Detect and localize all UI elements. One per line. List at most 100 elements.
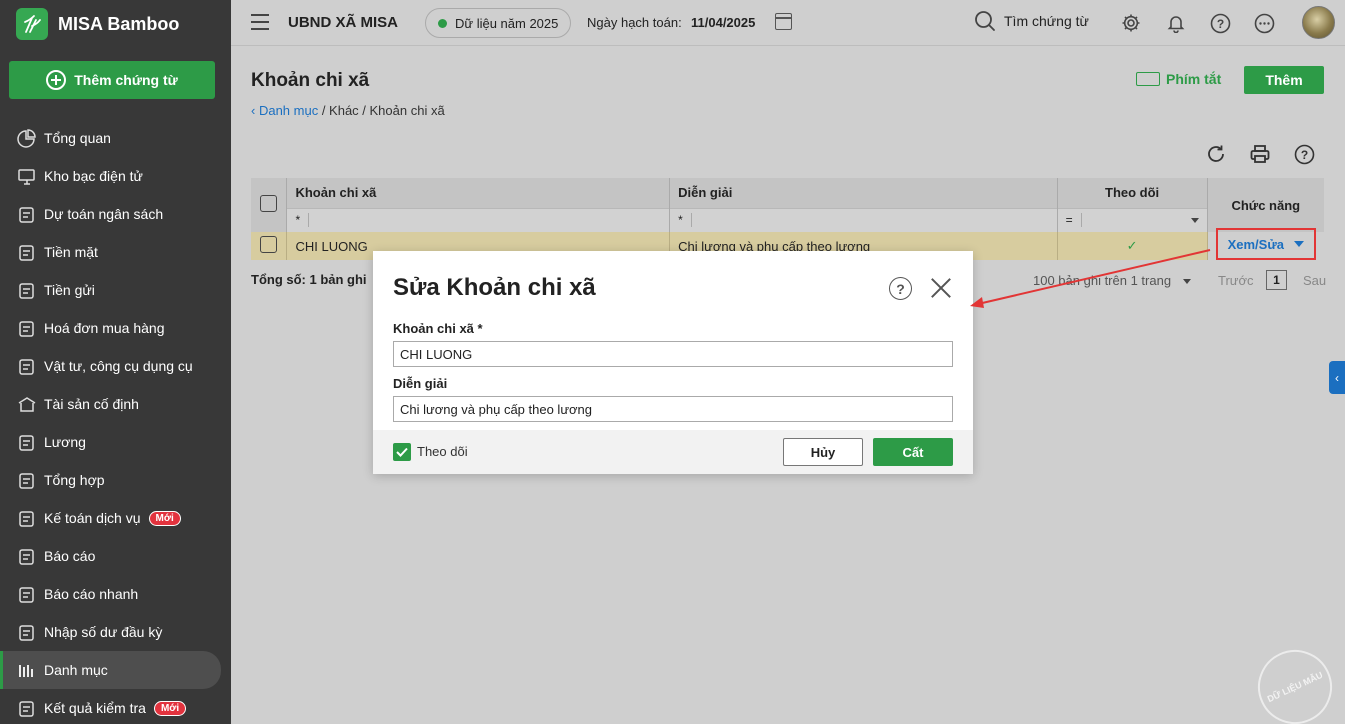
table-help-icon[interactable]: ? xyxy=(1293,143,1315,165)
salary-icon xyxy=(16,432,36,452)
sidebar-item-label: Tiền mặt xyxy=(44,244,98,260)
voucher-search[interactable]: Tìm chứng từ xyxy=(974,10,1089,32)
page-size-label: 100 bản ghi trên 1 trang xyxy=(1033,273,1172,288)
next-page-button[interactable]: Sau xyxy=(1303,273,1326,288)
svg-text:?: ? xyxy=(1216,17,1223,31)
help-icon[interactable]: ? xyxy=(1209,12,1231,34)
sidebar-item-11[interactable]: Báo cáo xyxy=(0,537,221,575)
more-options-icon[interactable] xyxy=(1253,12,1275,34)
sidebar-item-label: Kết quả kiểm tra xyxy=(44,700,146,716)
close-icon[interactable] xyxy=(930,277,952,299)
sidebar-item-label: Tài sản cố định xyxy=(44,396,139,412)
dialog-title: Sửa Khoản chi xã xyxy=(393,274,596,301)
save-button[interactable]: Cất xyxy=(873,438,953,466)
check-result-icon xyxy=(16,698,36,718)
total-records: Tổng số: 1 bản ghi xyxy=(251,272,367,287)
filter-operator[interactable]: = xyxy=(1058,213,1082,228)
sidebar-item-6[interactable]: Vật tư, công cụ dụng cụ xyxy=(0,347,221,385)
breadcrumb-back-icon[interactable]: ‹ xyxy=(251,103,259,118)
filter-track[interactable]: = xyxy=(1057,207,1208,232)
menu-toggle-icon[interactable] xyxy=(251,14,269,30)
filter-dropdown-icon[interactable] xyxy=(1190,217,1199,223)
organization-name[interactable]: UBND XÃ MISA xyxy=(288,14,398,31)
data-year-selector[interactable]: Dữ liệu năm 2025 xyxy=(425,8,572,38)
posting-date-label: Ngày hạch toán: xyxy=(587,15,682,30)
prev-page-button[interactable]: Trước xyxy=(1218,273,1254,288)
sidebar-item-10[interactable]: Kế toán dịch vụ Mới xyxy=(0,499,221,537)
sidebar-item-8[interactable]: Lương xyxy=(0,423,221,461)
settings-gear-icon[interactable] xyxy=(1120,12,1142,34)
top-bar: UBND XÃ MISA Dữ liệu năm 2025 Ngày hạch … xyxy=(231,0,1345,46)
dialog-help-icon[interactable]: ? xyxy=(889,277,912,300)
data-year-label: Dữ liệu năm 2025 xyxy=(455,15,559,31)
notification-bell-icon[interactable] xyxy=(1165,12,1187,34)
side-panel-toggle-icon[interactable]: ‹ xyxy=(1329,361,1345,394)
page-size-select[interactable]: 100 bản ghi trên 1 trang xyxy=(1033,273,1192,288)
view-edit-button[interactable]: Xem/Sửa xyxy=(1215,228,1316,260)
row-track-check-icon: ✓ xyxy=(1057,232,1208,260)
budget-icon xyxy=(16,204,36,224)
report-icon xyxy=(16,546,36,566)
new-badge: Mới xyxy=(148,510,181,526)
current-page-button[interactable]: 1 xyxy=(1266,270,1287,290)
sidebar-item-label: Kế toán dịch vụ xyxy=(44,510,141,526)
sidebar-item-12[interactable]: Báo cáo nhanh xyxy=(0,575,221,613)
filter-operator[interactable]: * xyxy=(670,213,693,228)
user-avatar[interactable] xyxy=(1302,6,1335,39)
sidebar-item-13[interactable]: Nhập số dư đầu kỳ xyxy=(0,613,221,651)
sidebar-item-15[interactable]: Kết quả kiểm tra Mới xyxy=(0,689,221,724)
sidebar-item-4[interactable]: Tiền gửi xyxy=(0,271,221,309)
app-name: MISA Bamboo xyxy=(58,13,180,34)
track-checkbox[interactable] xyxy=(393,443,411,461)
column-header-code[interactable]: Khoản chi xã xyxy=(286,178,671,208)
sidebar-item-9[interactable]: Tổng hợp xyxy=(0,461,221,499)
dropdown-arrow-icon[interactable] xyxy=(1293,241,1304,247)
summary-icon xyxy=(16,470,36,490)
page-title: Khoản chi xã xyxy=(251,70,370,91)
status-dot-icon xyxy=(438,18,447,28)
sidebar-item-label: Vật tư, công cụ dụng cụ xyxy=(44,358,193,374)
sidebar-item-7[interactable]: Tài sản cố định xyxy=(0,385,221,423)
add-voucher-button[interactable]: Thêm chứng từ xyxy=(9,61,215,99)
desc-field-label: Diễn giải xyxy=(393,376,448,391)
breadcrumb: ‹ Danh mục / Khác / Khoản chi xã xyxy=(251,103,445,118)
brand[interactable]: MISA Bamboo xyxy=(16,8,180,40)
dialog-footer: Theo dõi Hủy Cất xyxy=(373,430,973,474)
column-header-desc[interactable]: Diễn giải xyxy=(669,178,1058,208)
refresh-icon[interactable] xyxy=(1205,143,1227,165)
row-checkbox[interactable] xyxy=(260,236,278,253)
breadcrumb-rest: / Khác / Khoản chi xã xyxy=(318,103,445,118)
catalog-icon xyxy=(16,660,36,680)
add-button[interactable]: Thêm xyxy=(1244,66,1324,94)
svg-text:?: ? xyxy=(1300,148,1307,162)
calendar-icon[interactable] xyxy=(775,13,792,30)
tools-icon xyxy=(16,356,36,376)
sidebar-item-14[interactable]: Danh mục xyxy=(0,651,221,689)
print-icon[interactable] xyxy=(1249,143,1271,165)
desc-field[interactable]: Chi lương và phụ cấp theo lương xyxy=(393,396,953,422)
breadcrumb-link-catalog[interactable]: Danh mục xyxy=(259,103,318,118)
search-label: Tìm chứng từ xyxy=(1004,13,1089,29)
sidebar-item-label: Dự toán ngân sách xyxy=(44,206,164,222)
posting-date-value[interactable]: 11/04/2025 xyxy=(691,15,755,30)
sidebar-item-3[interactable]: Tiền mặt xyxy=(0,233,221,271)
select-all-checkbox[interactable] xyxy=(260,195,278,212)
invoice-icon xyxy=(16,318,36,338)
code-field[interactable]: CHI LUONG xyxy=(393,341,953,367)
sidebar-item-2[interactable]: Dự toán ngân sách xyxy=(0,195,221,233)
cash-icon xyxy=(16,242,36,262)
shortcut-button[interactable]: Phím tắt xyxy=(1136,71,1221,87)
filter-desc[interactable]: * xyxy=(669,207,1058,232)
filter-code[interactable]: * xyxy=(286,207,671,232)
cancel-button[interactable]: Hủy xyxy=(783,438,863,466)
column-header-track[interactable]: Theo dõi xyxy=(1057,178,1208,208)
row-select-cell xyxy=(251,232,288,260)
sidebar-item-5[interactable]: Hoá đơn mua hàng xyxy=(0,309,221,347)
quick-report-icon xyxy=(16,584,36,604)
sidebar-item-label: Báo cáo nhanh xyxy=(44,586,139,602)
sidebar-item-label: Danh mục xyxy=(44,662,108,678)
service-icon xyxy=(16,508,36,528)
sidebar-item-0[interactable]: Tổng quan xyxy=(0,119,221,157)
sidebar-item-1[interactable]: Kho bạc điện tử xyxy=(0,157,221,195)
filter-operator[interactable]: * xyxy=(287,213,310,228)
